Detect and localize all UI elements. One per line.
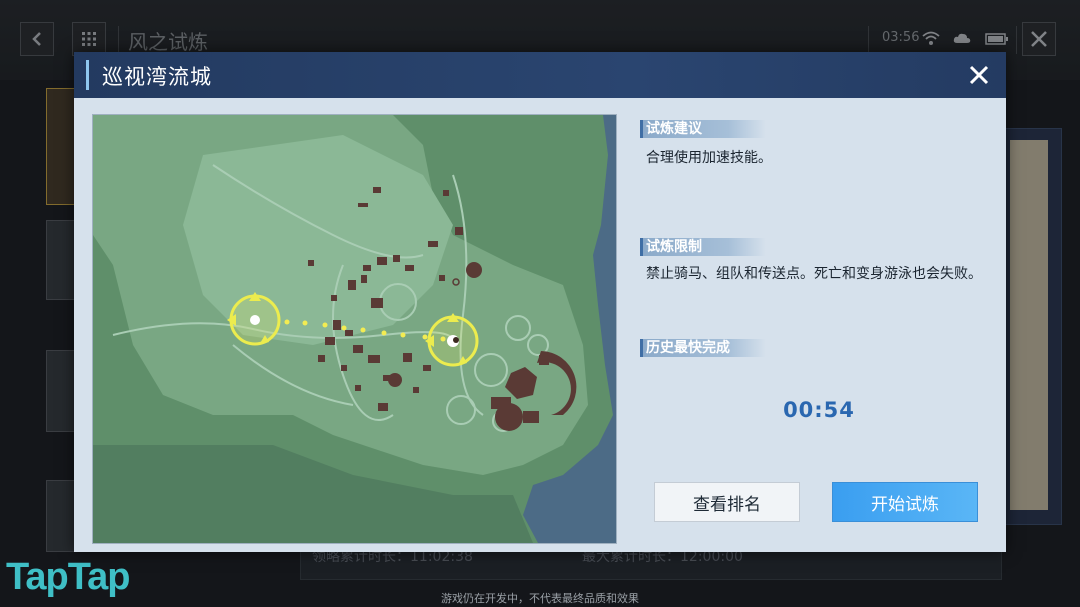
section-tag-restriction: 试炼限制: [640, 238, 766, 256]
section-tag-advice: 试炼建议: [640, 120, 766, 138]
section-tag-best-time: 历史最快完成: [640, 339, 766, 357]
trial-map[interactable]: [92, 114, 617, 544]
advice-text: 合理使用加速技能。: [646, 150, 772, 166]
map-image: [93, 115, 616, 543]
best-time-value: 00:54: [783, 398, 855, 422]
footer-note: 游戏仍在开发中，不代表最终品质和效果: [441, 592, 639, 605]
restriction-text: 禁止骑马、组队和传送点。死亡和变身游泳也会失败。: [646, 266, 982, 282]
trial-dialog: 巡视湾流城 试炼建议 合理使用加速技能。 试炼限制 禁止骑马、组队和传送点。死亡…: [74, 52, 1006, 552]
dialog-title: 巡视湾流城: [102, 65, 212, 89]
start-trial-button[interactable]: 开始试炼: [832, 482, 978, 522]
header-accent: [86, 60, 89, 90]
dialog-close-button[interactable]: [964, 60, 994, 90]
dialog-header: 巡视湾流城: [74, 52, 1006, 98]
view-ranking-button[interactable]: 查看排名: [654, 482, 800, 522]
close-icon: [969, 65, 989, 85]
